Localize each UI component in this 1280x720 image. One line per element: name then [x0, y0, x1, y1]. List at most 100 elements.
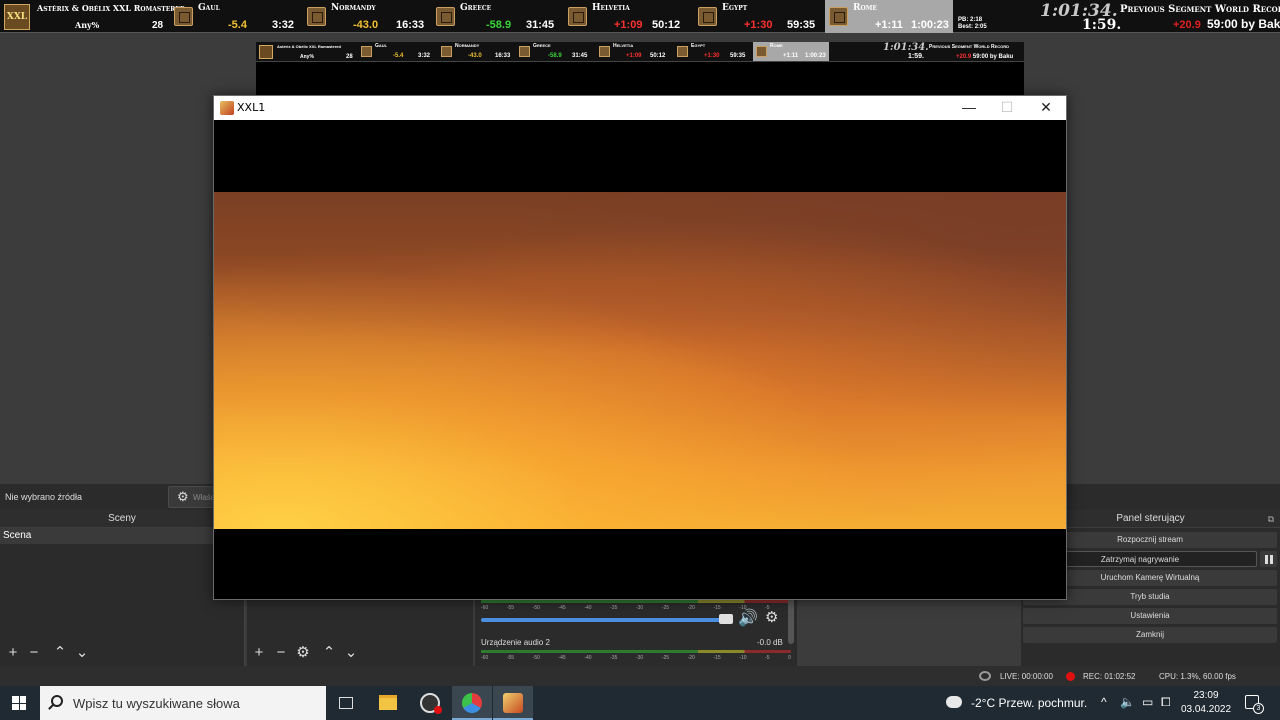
scenes-header: Sceny: [0, 510, 244, 528]
run-category: Any%: [75, 20, 100, 30]
preview-split-egypt: Egypt +1:30 59:35: [674, 42, 753, 61]
meter-bar: [481, 600, 791, 603]
split-delta: +1:11: [875, 19, 903, 31]
settings-button[interactable]: Ustawienia: [1023, 608, 1277, 624]
move-up-icon[interactable]: ⌃: [319, 643, 339, 663]
weather-cloud-icon[interactable]: [943, 691, 962, 708]
preview-split-icon: [599, 46, 610, 57]
sources-toolbar: + − ⚙ ⌃ ⌄: [247, 640, 473, 666]
split-icon: [698, 7, 717, 26]
preview-split-name: Egypt: [691, 43, 706, 49]
split-delta: +1:09: [614, 19, 643, 31]
exit-button[interactable]: Zamknij: [1023, 627, 1277, 643]
meter-ticks: -60-55-50-45-40-35-30-25-20-15-10-50: [481, 655, 791, 661]
clock-date: 03.04.2022: [1180, 704, 1232, 715]
obs-status-bar: LIVE: 00:00:00 REC: 01:02:52 CPU: 1.3%, …: [0, 666, 1280, 686]
split-name: Greece: [460, 3, 492, 13]
split-name: Egypt: [722, 3, 748, 13]
game-viewport[interactable]: [214, 192, 1066, 529]
obs-icon: [420, 693, 442, 714]
preview-segment-timer: 1:59.: [908, 53, 924, 60]
volume-slider-handle[interactable]: [719, 614, 733, 624]
minimize-button[interactable]: —: [950, 96, 988, 120]
split-name: Rome: [853, 3, 877, 13]
add-source-icon[interactable]: +: [249, 643, 269, 663]
volume-meter-2: -60 -55 -50 -45 -40 -35 -30 -25 -20 -15 -10 -5 0: [481, 650, 791, 662]
xxl-taskbar-button[interactable]: [493, 686, 533, 720]
add-scene-icon[interactable]: +: [3, 643, 23, 663]
preview-split-name: Rome: [770, 43, 783, 49]
preview-split-delta: -43.0: [468, 53, 482, 59]
source-settings-gear-icon[interactable]: ⚙: [293, 643, 313, 663]
volume-slider[interactable]: [481, 618, 733, 622]
live-broadcast-icon: [979, 671, 991, 681]
preview-split-icon: [361, 46, 372, 57]
speaker-icon[interactable]: 🔊: [738, 611, 758, 627]
maximize-button[interactable]: ☐: [988, 96, 1026, 120]
move-down-icon[interactable]: ⌄: [341, 643, 361, 663]
audio-device-2-db: -0.0 dB: [757, 638, 783, 647]
preview-wr-time: +20.9 59:00 by Baku: [956, 54, 1013, 60]
gear-icon: ⚙: [177, 489, 189, 504]
notification-count: 3: [1253, 703, 1264, 714]
preview-split-normandy: Normandy -43.0 16:33: [438, 42, 517, 61]
move-up-icon[interactable]: ⌃: [50, 643, 70, 663]
split-segment-helvetia: Helvetia +1:09 50:12: [564, 0, 694, 33]
preview-split-time: 31:45: [572, 53, 588, 59]
preview-split-time: 50:12: [650, 53, 666, 59]
task-view-button[interactable]: [326, 686, 366, 720]
start-button[interactable]: [0, 686, 40, 720]
move-down-icon[interactable]: ⌄: [72, 643, 92, 663]
obs-taskbar-button[interactable]: [410, 686, 450, 720]
preview-split-icon: [519, 46, 530, 57]
preview-game-title: Astérix & Obélix XXL Romastered: [277, 44, 341, 49]
preview-split-icon: [756, 46, 767, 57]
split-time: 50:12: [652, 19, 681, 31]
split-icon: [307, 7, 326, 26]
clock-time: 23:09: [1193, 690, 1219, 701]
preview-wr-time-value: 59:00 by Baku: [972, 54, 1014, 60]
remove-source-icon[interactable]: −: [271, 643, 291, 663]
mixer-scrollbar[interactable]: [788, 596, 794, 644]
split-segment-rome: Rome +1:11 1:00:23: [825, 0, 953, 33]
preview-split-helvetia: Helvetia +1:09 50:12: [596, 42, 675, 61]
battery-icon[interactable]: ▭: [1142, 695, 1153, 709]
split-segment-egypt: Egypt +1:30 59:35: [694, 0, 824, 33]
taskbar-search-box[interactable]: Wpisz tu wyszukiwane słowa: [40, 686, 326, 720]
game-window[interactable]: XXL1 — ☐ ✕: [213, 95, 1067, 600]
recording-dot-icon: [1066, 672, 1075, 681]
rec-status: REC: 01:02:52: [1083, 672, 1136, 681]
folder-icon: [379, 695, 397, 710]
weather-text[interactable]: -2°C Przew. pochmur.: [971, 696, 1087, 710]
preview-split-name: Gaul: [375, 43, 388, 49]
preview-split-name: Normandy: [455, 43, 480, 49]
meter-bar: [481, 650, 791, 653]
undock-icon[interactable]: ⧉: [1268, 514, 1274, 525]
task-view-icon: [339, 697, 353, 709]
taskbar-clock[interactable]: 23:09 03.04.2022: [1180, 689, 1232, 717]
livesplit-taskbar-button[interactable]: [452, 686, 492, 720]
preview-category: Any%: [300, 54, 314, 60]
tray-expand-icon[interactable]: ^: [1101, 695, 1107, 709]
preview-split-greece: Greece -58.9 31:45: [516, 42, 596, 61]
fog-overlay: [214, 232, 1066, 352]
livesplit-icon: [462, 693, 482, 713]
split-time: 16:33: [396, 19, 425, 31]
preview-split-name: Greece: [533, 43, 551, 49]
obs-preview[interactable]: Astérix & Obélix XXL Romastered Any% 28 …: [256, 42, 1024, 100]
network-icon[interactable]: ⧠: [1161, 695, 1171, 710]
volume-icon[interactable]: 🔈: [1120, 695, 1135, 709]
mixer-gear-icon[interactable]: ⚙: [765, 610, 778, 626]
file-explorer-button[interactable]: [368, 686, 408, 720]
close-button[interactable]: ✕: [1027, 96, 1065, 120]
preview-split-rome: Rome +1:11 1:00:23: [753, 42, 829, 61]
preview-split-icon: [677, 46, 688, 57]
split-delta: +1:30: [744, 19, 773, 31]
no-source-label: Nie wybrano źródła: [5, 492, 83, 502]
split-time: 1:00:23: [911, 19, 949, 31]
preview-main-timer: 1:01:34.: [883, 42, 929, 53]
window-titlebar[interactable]: XXL1 — ☐ ✕: [214, 96, 1066, 120]
scene-list-item[interactable]: Scena: [0, 528, 244, 544]
remove-scene-icon[interactable]: −: [24, 643, 44, 663]
pause-recording-icon[interactable]: [1260, 551, 1277, 567]
